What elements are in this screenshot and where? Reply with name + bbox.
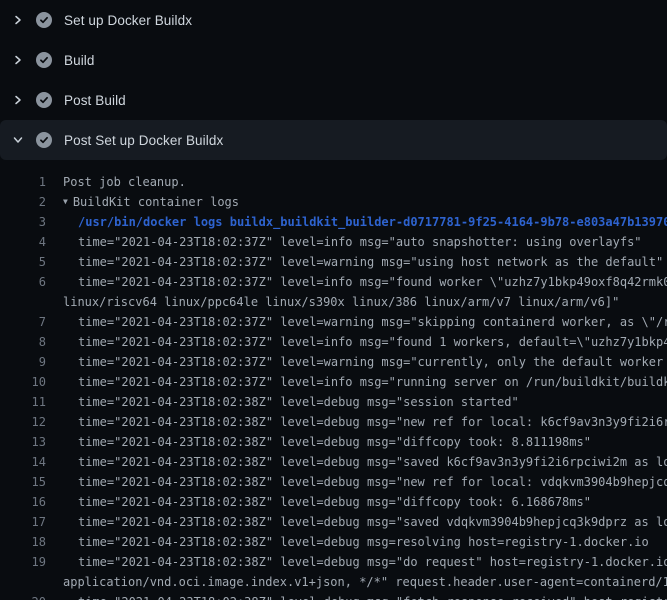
step-label: Set up Docker Buildx (64, 13, 192, 28)
log-line-number[interactable]: 15 (0, 472, 46, 492)
log-line-number[interactable] (0, 572, 46, 592)
log-line-number[interactable] (0, 292, 46, 312)
steps-list: Set up Docker Buildx Build P (0, 0, 667, 160)
chevron-right-icon[interactable] (12, 92, 28, 108)
log-line: 19 ▼ time="2021-04-23T18:02:38Z" level=d… (0, 552, 667, 572)
log-line: 2 ▼ BuildKit container logs (0, 192, 667, 212)
log-line-text: time="2021-04-23T18:02:38Z" level=debug … (78, 532, 649, 552)
log-line-text: time="2021-04-23T18:02:37Z" level=warnin… (78, 252, 663, 272)
actions-log-panel: Set up Docker Buildx Build P (0, 0, 667, 600)
log-line-text: time="2021-04-23T18:02:37Z" level=info m… (78, 232, 642, 252)
log-line-number[interactable]: 18 (0, 532, 46, 552)
log-line: 11 ▼ time="2021-04-23T18:02:38Z" level=d… (0, 392, 667, 412)
log-line: 6 ▼ time="2021-04-23T18:02:37Z" level=in… (0, 272, 667, 292)
log-line: 14 ▼ time="2021-04-23T18:02:38Z" level=d… (0, 452, 667, 472)
log-line-text: time="2021-04-23T18:02:38Z" level=debug … (78, 592, 667, 600)
log-line: 8 ▼ time="2021-04-23T18:02:37Z" level=in… (0, 332, 667, 352)
log-line-text: time="2021-04-23T18:02:38Z" level=debug … (78, 412, 667, 432)
log-line-number[interactable]: 1 (0, 172, 46, 192)
log-line-number[interactable]: 2 (0, 192, 46, 212)
log-line-text: time="2021-04-23T18:02:37Z" level=info m… (78, 272, 667, 292)
log-viewer: 1 ▼ Post job cleanup. 2 ▼ BuildKit conta… (0, 160, 667, 600)
log-line-text: time="2021-04-23T18:02:38Z" level=debug … (78, 432, 591, 452)
log-line: 7 ▼ time="2021-04-23T18:02:37Z" level=wa… (0, 312, 667, 332)
step-row[interactable]: Post Set up Docker Buildx (0, 120, 667, 160)
log-line-number[interactable]: 3 (0, 212, 46, 232)
log-line: 12 ▼ time="2021-04-23T18:02:38Z" level=d… (0, 412, 667, 432)
log-line-text: Post job cleanup. (63, 172, 186, 192)
log-line-text: /usr/bin/docker logs buildx_buildkit_bui… (78, 212, 667, 232)
log-line-text: time="2021-04-23T18:02:37Z" level=info m… (78, 372, 667, 392)
check-circle-icon (36, 12, 52, 28)
log-line: 5 ▼ time="2021-04-23T18:02:37Z" level=wa… (0, 252, 667, 272)
log-line: 3 ▼ /usr/bin/docker logs buildx_buildkit… (0, 212, 667, 232)
log-line: 9 ▼ time="2021-04-23T18:02:37Z" level=wa… (0, 352, 667, 372)
log-line-text: time="2021-04-23T18:02:38Z" level=debug … (78, 492, 591, 512)
log-line-text: time="2021-04-23T18:02:37Z" level=info m… (78, 332, 667, 352)
log-line-text: time="2021-04-23T18:02:38Z" level=debug … (78, 452, 667, 472)
log-line-number[interactable]: 10 (0, 372, 46, 392)
log-line-text: time="2021-04-23T18:02:38Z" level=debug … (78, 552, 667, 572)
log-line-number[interactable]: 4 (0, 232, 46, 252)
log-line-number[interactable]: 8 (0, 332, 46, 352)
log-line: 17 ▼ time="2021-04-23T18:02:38Z" level=d… (0, 512, 667, 532)
chevron-right-icon[interactable] (12, 52, 28, 68)
step-label: Post Set up Docker Buildx (64, 133, 223, 148)
log-line-text: application/vnd.oci.image.index.v1+json,… (63, 572, 667, 592)
log-line-text: time="2021-04-23T18:02:38Z" level=debug … (78, 392, 519, 412)
step-label: Build (64, 53, 95, 68)
log-line-number[interactable]: 13 (0, 432, 46, 452)
chevron-down-icon[interactable] (12, 132, 28, 148)
log-line-number[interactable]: 19 (0, 552, 46, 572)
log-line-text: BuildKit container logs (73, 192, 239, 212)
log-line-number[interactable]: 6 (0, 272, 46, 292)
log-line-text: time="2021-04-23T18:02:37Z" level=warnin… (78, 352, 667, 372)
log-line: 13 ▼ time="2021-04-23T18:02:38Z" level=d… (0, 432, 667, 452)
log-line: 18 ▼ time="2021-04-23T18:02:38Z" level=d… (0, 532, 667, 552)
log-line: 10 ▼ time="2021-04-23T18:02:37Z" level=i… (0, 372, 667, 392)
log-line-text: time="2021-04-23T18:02:38Z" level=debug … (78, 512, 667, 532)
log-line-text: linux/riscv64 linux/ppc64le linux/s390x … (63, 292, 619, 312)
group-toggle-icon[interactable]: ▼ (63, 192, 68, 212)
log-line-number[interactable]: 7 (0, 312, 46, 332)
log-line-number[interactable]: 20 (0, 592, 46, 600)
check-circle-icon (36, 132, 52, 148)
log-line: 20 ▼ time="2021-04-23T18:02:38Z" level=d… (0, 592, 667, 600)
log-line: 4 ▼ time="2021-04-23T18:02:37Z" level=in… (0, 232, 667, 252)
log-line-continuation: ▼ linux/riscv64 linux/ppc64le linux/s390… (0, 292, 667, 312)
log-line: 16 ▼ time="2021-04-23T18:02:38Z" level=d… (0, 492, 667, 512)
log-line-text: time="2021-04-23T18:02:38Z" level=debug … (78, 472, 667, 492)
step-label: Post Build (64, 93, 126, 108)
log-line-number[interactable]: 16 (0, 492, 46, 512)
log-line-number[interactable]: 9 (0, 352, 46, 372)
log-line-number[interactable]: 17 (0, 512, 46, 532)
check-circle-icon (36, 92, 52, 108)
log-line: 1 ▼ Post job cleanup. (0, 172, 667, 192)
step-row[interactable]: Post Build (0, 80, 667, 120)
log-line-text: time="2021-04-23T18:02:37Z" level=warnin… (78, 312, 667, 332)
log-line-number[interactable]: 5 (0, 252, 46, 272)
step-row[interactable]: Build (0, 40, 667, 80)
step-row[interactable]: Set up Docker Buildx (0, 0, 667, 40)
log-line-continuation: ▼ application/vnd.oci.image.index.v1+jso… (0, 572, 667, 592)
log-line-number[interactable]: 14 (0, 452, 46, 472)
log-line-number[interactable]: 11 (0, 392, 46, 412)
log-line-number[interactable]: 12 (0, 412, 46, 432)
log-line: 15 ▼ time="2021-04-23T18:02:38Z" level=d… (0, 472, 667, 492)
chevron-right-icon[interactable] (12, 12, 28, 28)
check-circle-icon (36, 52, 52, 68)
